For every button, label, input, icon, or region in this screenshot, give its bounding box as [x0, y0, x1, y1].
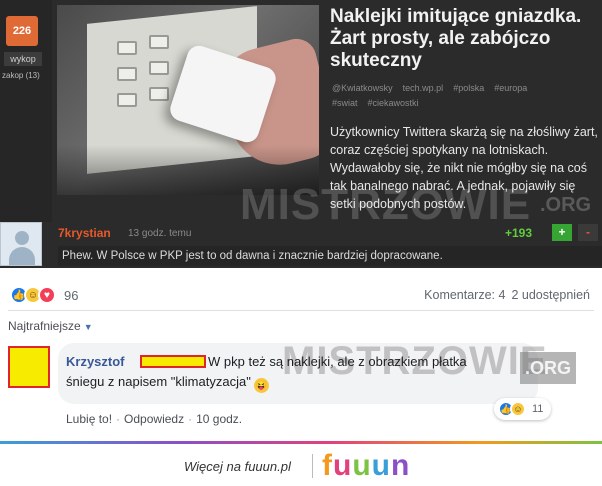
tongue-emoji-icon: 😝 — [253, 378, 269, 393]
article-title[interactable]: Naklejki imitujące gniazdka. Żart prosty… — [330, 6, 598, 72]
meta-tag[interactable]: #swiat — [332, 98, 358, 108]
comment-actions: Lubię to! · Odpowiedz · 10 godz. — [66, 412, 243, 426]
watermark-suffix: .ORG — [520, 352, 576, 384]
socket-icon — [149, 87, 169, 101]
comment-author[interactable]: 7krystian — [58, 226, 111, 240]
sort-label: Najtrafniejsze — [8, 319, 81, 333]
comments-count-link[interactable]: Komentarze: 4 — [424, 288, 505, 302]
comment-reaction-count: 11 — [532, 403, 544, 415]
avatar[interactable] — [0, 222, 42, 266]
bury-link[interactable]: zakop (13) — [2, 71, 40, 80]
meta-author[interactable]: @Kwiatkowsky — [332, 83, 393, 93]
socket-icon — [117, 41, 137, 55]
divider — [312, 454, 313, 478]
comment-text: Phew. W Polsce w PKP jest to od dawna i … — [58, 246, 602, 266]
reply-button[interactable]: Odpowiedz — [124, 412, 184, 426]
shares-count-link[interactable]: 2 udostępnień — [511, 288, 590, 302]
chevron-down-icon: ▼ — [83, 322, 93, 332]
socket-icon — [117, 93, 137, 107]
score-badge: 226 — [6, 16, 38, 46]
footer-link[interactable]: Więcej na fuuun.pl — [184, 459, 291, 474]
fuuun-screenshot: 226 wykop zakop (13) Naklejki imitujące … — [0, 0, 602, 486]
socket-icon — [117, 67, 137, 81]
watermark-suffix: .ORG — [540, 194, 592, 216]
downvote-button[interactable]: - — [578, 224, 598, 241]
comment-author[interactable]: Krzysztof — [66, 354, 125, 369]
divider — [8, 310, 594, 311]
user-icon — [15, 231, 29, 245]
comment-sort-dropdown[interactable]: Najtrafniejsze ▼ — [8, 319, 93, 333]
comment-reactions[interactable]: 👍 ☺ 11 — [494, 398, 552, 420]
meta-tag[interactable]: #polska — [453, 83, 484, 93]
avatar[interactable] — [8, 346, 50, 388]
meta-tag[interactable]: #ciekawostki — [368, 98, 419, 108]
meta-tag[interactable]: #europa — [494, 83, 527, 93]
watermark: MISTRZOWIE — [240, 180, 532, 229]
comment-time[interactable]: 10 godz. — [196, 412, 242, 426]
like-button[interactable]: Lubię to! — [66, 412, 112, 426]
upvote-button[interactable]: + — [552, 224, 572, 241]
fuuun-logo[interactable]: fuuun — [322, 450, 410, 482]
wykop-button[interactable]: wykop — [4, 52, 42, 66]
meta-source[interactable]: tech.wp.pl — [403, 83, 444, 93]
article-thumbnail[interactable] — [57, 5, 319, 195]
post-stats: Komentarze: 4 2 udostępnień — [424, 288, 590, 302]
reaction-count: 96 — [64, 287, 79, 303]
love-icon: ♥ — [38, 286, 56, 304]
haha-icon: ☺ — [510, 401, 526, 417]
footer — [0, 444, 602, 486]
redacted-surname — [140, 355, 206, 368]
article-meta: @Kwiatkowsky tech.wp.pl #polska #europa #sw… — [332, 81, 598, 111]
comment-votes: +193 — [505, 226, 533, 240]
comment-time: 13 godz. temu — [128, 228, 192, 239]
comment-text-line-2: śniegu z napisem "klimatyzacja" 😝 — [66, 374, 269, 393]
reactions-summary[interactable]: 👍 ☺ ♥ 96 — [10, 285, 78, 305]
socket-icon — [149, 61, 169, 75]
vote-sidebar: 226 wykop zakop (13) — [0, 0, 52, 222]
socket-icon — [149, 35, 169, 49]
comment-text-line-1: W pkp też są naklejki, ale z obrazkiem p… — [208, 354, 467, 369]
